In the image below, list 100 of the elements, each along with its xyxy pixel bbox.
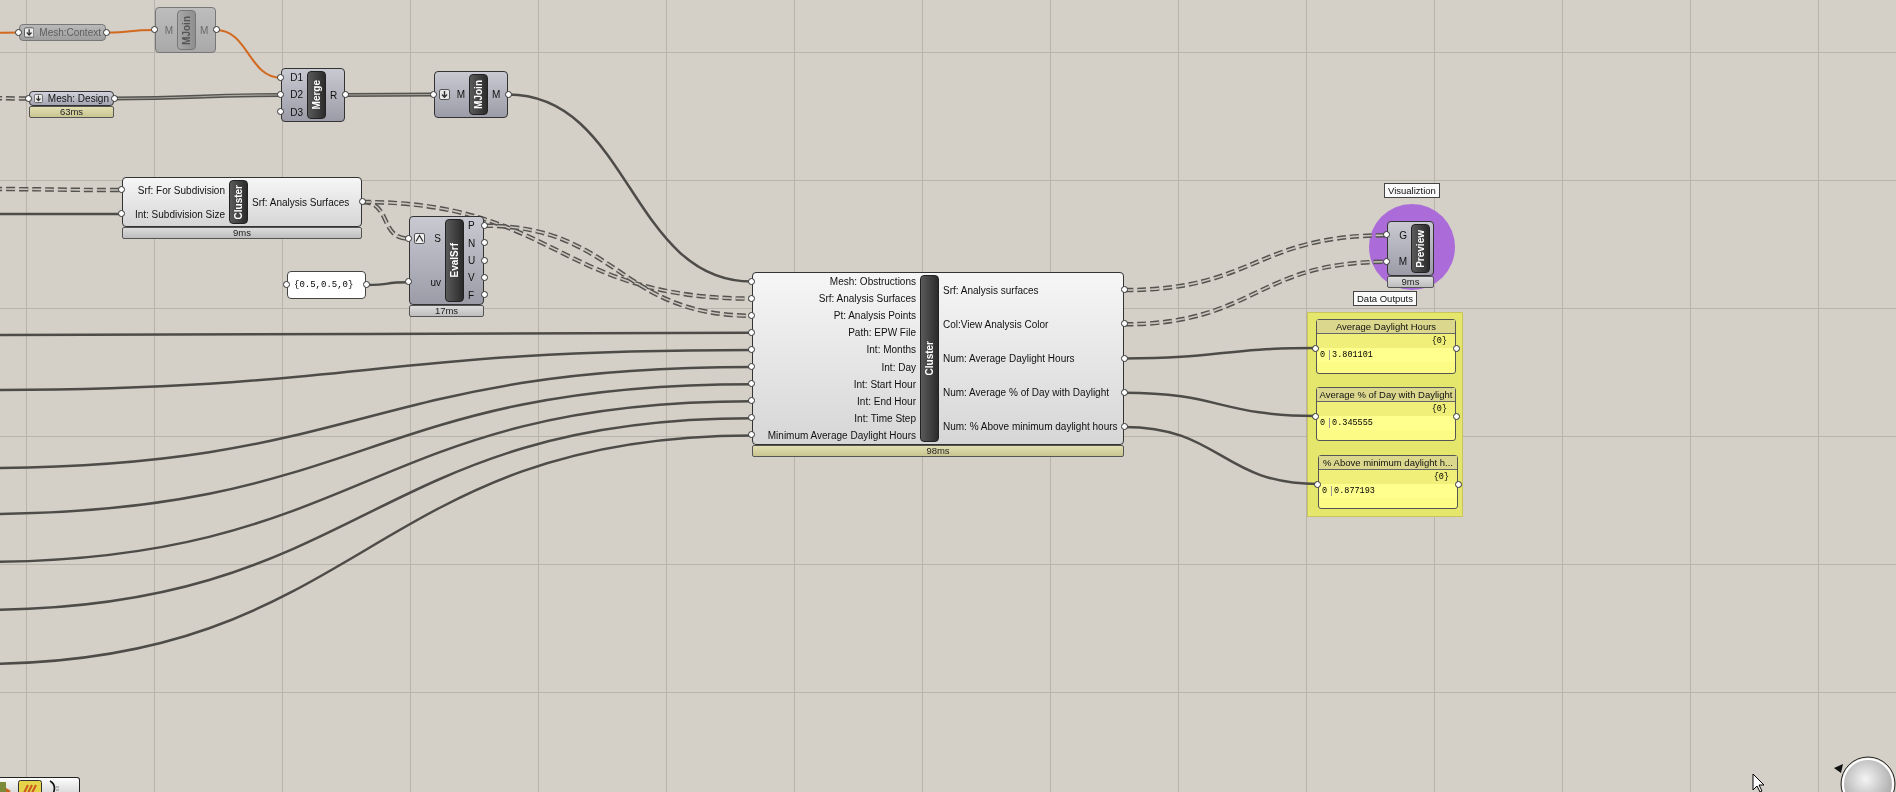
group-label[interactable]: Data Outputs (1353, 291, 1417, 306)
timing-bar: 9ms (122, 227, 362, 239)
input-port[interactable] (25, 94, 32, 102)
output-label: U (468, 255, 476, 266)
output-port[interactable] (1121, 354, 1128, 362)
item-value: 3.801101 (1329, 350, 1373, 360)
input-port[interactable] (118, 210, 125, 217)
output-label: Num: Average % of Day with Daylight (943, 387, 1109, 399)
output-port[interactable] (363, 281, 370, 288)
down-arrow-icon (24, 27, 35, 38)
input-label: Int: Start Hour (853, 378, 916, 390)
component-name: Cluster (229, 180, 248, 224)
input-label: Path: EPW File (848, 327, 916, 339)
output-port[interactable] (111, 94, 118, 102)
component-name: MJoin (177, 10, 196, 50)
input-label: M (1398, 256, 1407, 268)
output-label: R (330, 89, 338, 101)
output-label: P (468, 220, 475, 232)
output-port[interactable] (1121, 286, 1128, 294)
panel-text: {0.5,0.5,0} (294, 280, 354, 290)
item-index: 0 (1320, 418, 1326, 428)
input-port[interactable] (283, 281, 290, 288)
item-value: 0.877193 (1331, 486, 1375, 496)
output-port[interactable] (1453, 345, 1460, 352)
input-port[interactable] (1314, 481, 1321, 488)
panel-title: Average % of Day with Daylight (1317, 388, 1455, 402)
output-label: Col:View Analysis Color (943, 318, 1049, 330)
timing-bar: 9ms (1387, 276, 1434, 288)
arc-icon[interactable] (48, 780, 60, 792)
input-label: G (1399, 229, 1407, 241)
output-label: F (468, 289, 475, 301)
branch-path: {0} (1431, 404, 1447, 414)
stripes-icon[interactable] (18, 780, 42, 792)
input-port[interactable] (1383, 231, 1390, 239)
output-label: Srf: Analysis surfaces (943, 284, 1039, 296)
input-label: Srf: For Subdivision (137, 184, 225, 196)
input-port[interactable] (748, 414, 755, 422)
input-port[interactable] (405, 278, 412, 286)
input-label: Mesh: Obstructions (829, 276, 916, 288)
input-port[interactable] (277, 91, 284, 98)
component-name: EvalSrf (445, 219, 464, 302)
input-port[interactable] (748, 328, 755, 336)
output-port[interactable] (359, 198, 366, 205)
item-index: 0 (1320, 350, 1326, 360)
timing-bar: 17ms (409, 305, 484, 317)
output-port[interactable] (481, 221, 488, 229)
input-label: M (164, 24, 173, 36)
parameter-label: Mesh:Context (39, 27, 101, 38)
input-port[interactable] (430, 90, 437, 98)
input-port[interactable] (748, 380, 755, 388)
input-port[interactable] (277, 73, 284, 81)
output-port[interactable] (1121, 422, 1128, 430)
input-port[interactable] (748, 431, 755, 439)
input-port[interactable] (748, 345, 755, 353)
output-port[interactable] (481, 291, 488, 299)
input-port[interactable] (1383, 257, 1390, 265)
output-port[interactable] (213, 26, 220, 33)
output-port[interactable] (1121, 388, 1128, 396)
input-label: Int: Time Step (854, 412, 916, 424)
output-port[interactable] (481, 239, 488, 247)
input-port[interactable] (748, 294, 755, 302)
output-port[interactable] (1121, 320, 1128, 328)
output-port[interactable] (481, 256, 488, 264)
input-port[interactable] (277, 108, 284, 116)
input-port[interactable] (405, 234, 412, 242)
output-port[interactable] (103, 28, 110, 36)
down-arrow-icon (34, 93, 43, 104)
group-label[interactable]: Visualiztion (1384, 183, 1440, 198)
component-name: Cluster (920, 275, 939, 442)
input-port[interactable] (748, 363, 755, 370)
input-port[interactable] (748, 277, 755, 285)
output-port[interactable] (342, 91, 349, 98)
view-sphere-icon[interactable] (1834, 756, 1896, 792)
input-port[interactable] (748, 397, 755, 405)
input-label: M (456, 89, 465, 100)
input-label: uv (430, 276, 441, 288)
input-label: D1 (290, 72, 303, 84)
input-port[interactable] (1312, 413, 1319, 420)
output-port[interactable] (1455, 481, 1462, 488)
output-port[interactable] (1453, 413, 1460, 420)
input-port[interactable] (15, 28, 22, 36)
branch-path: {0} (1433, 472, 1449, 482)
output-label: M (492, 89, 501, 100)
branch-path: {0} (1431, 336, 1447, 346)
output-port[interactable] (505, 90, 512, 98)
cursor-icon (1752, 773, 1766, 792)
output-label: Num: Average Daylight Hours (943, 353, 1075, 364)
input-label: S (434, 233, 441, 245)
timing-bar: 98ms (752, 445, 1124, 457)
input-label: Int: Day (881, 361, 916, 373)
output-label: V (468, 272, 475, 284)
component-name: Preview (1411, 224, 1430, 273)
output-port[interactable] (481, 273, 488, 281)
timing-bar: 63ms (29, 106, 114, 118)
panel-title: Average Daylight Hours (1317, 320, 1455, 334)
input-port[interactable] (118, 186, 125, 193)
input-port[interactable] (1312, 345, 1319, 352)
tool-icon[interactable] (0, 780, 12, 792)
input-port[interactable] (748, 311, 755, 319)
input-port[interactable] (151, 26, 158, 33)
